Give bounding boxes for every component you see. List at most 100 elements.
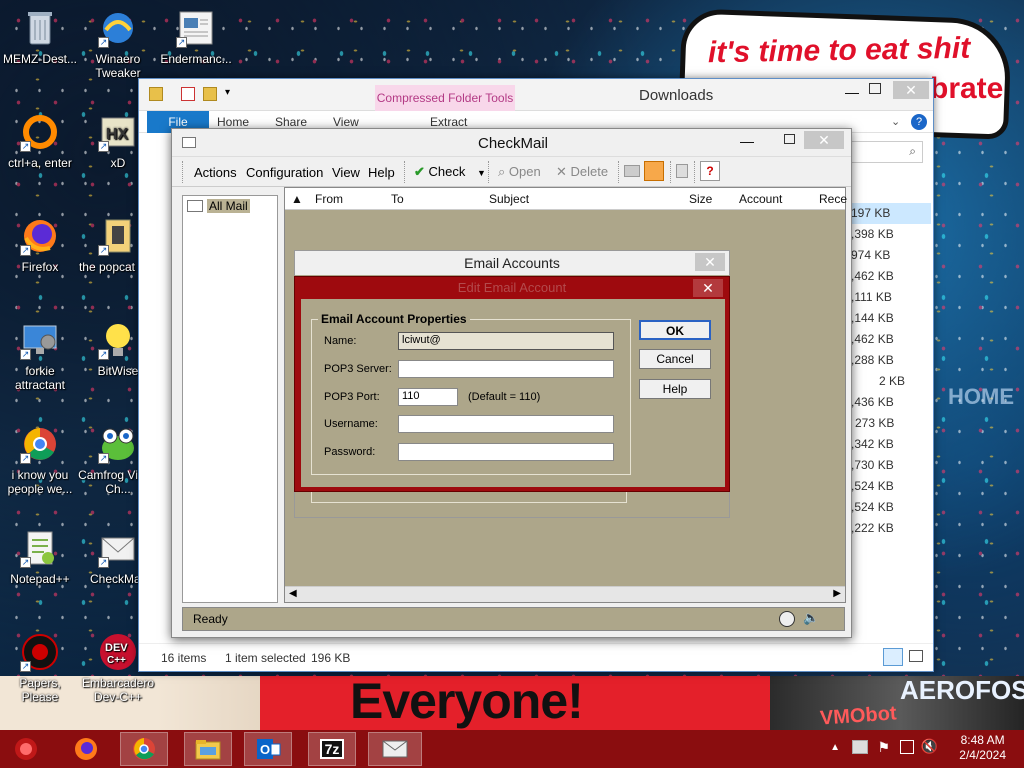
new-folder-icon[interactable]: [203, 87, 217, 101]
desktop-icon-chrome[interactable]: ↗ i know you people we...: [0, 424, 80, 496]
taskbar-outlook[interactable]: O: [244, 732, 292, 766]
close-icon[interactable]: ✕: [695, 253, 725, 271]
ok-button[interactable]: OK: [639, 320, 711, 340]
column-to[interactable]: To: [391, 192, 404, 206]
taskbar-7zip[interactable]: 7z: [308, 732, 356, 766]
status-text: Ready: [193, 612, 228, 626]
group-title: Email Account Properties: [318, 312, 470, 326]
help-icon[interactable]: ?: [911, 114, 927, 130]
explorer-close-icon[interactable]: ✕: [893, 81, 929, 99]
file-size: ,111 KB: [851, 290, 892, 304]
qat-dropdown-icon[interactable]: ▾: [225, 87, 230, 98]
password-field[interactable]: [398, 443, 614, 461]
clock-date: 2/4/2024: [959, 748, 1006, 762]
ribbon-expand-icon[interactable]: ⌄: [891, 115, 900, 128]
minimize-icon[interactable]: —: [845, 84, 859, 100]
shortcut-arrow-icon: ↗: [20, 661, 31, 672]
taskbar-chrome[interactable]: [120, 732, 168, 766]
folder-tree: All Mail: [182, 195, 278, 603]
volume-muted-icon[interactable]: 🔇: [921, 738, 938, 755]
password-label: Password:: [324, 446, 376, 458]
delete-label: Delete: [570, 164, 609, 179]
delete-icon: ✕: [556, 164, 567, 179]
desktop-icon-firefox[interactable]: ↗ Firefox: [0, 216, 80, 274]
large-icons-view-icon[interactable]: [909, 650, 923, 662]
cancel-button[interactable]: Cancel: [639, 349, 711, 369]
7zip-icon: 7z: [319, 739, 345, 759]
tab-home[interactable]: Home: [217, 115, 249, 129]
horizontal-scrollbar[interactable]: ◀ ▶: [285, 586, 845, 602]
scroll-right-icon[interactable]: ▶: [833, 588, 841, 599]
menu-actions[interactable]: Actions: [194, 165, 237, 180]
menu-view[interactable]: View: [332, 165, 360, 180]
mail-envelope-icon[interactable]: [644, 161, 664, 181]
magnifier-icon: ⌕: [498, 164, 506, 179]
action-center-icon[interactable]: [852, 740, 868, 754]
alarm-clock-icon[interactable]: [779, 611, 795, 627]
account-properties-group: Email Account Properties Name: lciwut@ P…: [311, 312, 631, 475]
settings-icon[interactable]: [676, 164, 688, 178]
file-size: ,436 KB: [851, 395, 894, 409]
tab-view[interactable]: View: [333, 115, 359, 129]
username-field[interactable]: [398, 415, 614, 433]
close-icon[interactable]: ✕: [693, 279, 723, 297]
open-button[interactable]: ⌕ Open: [498, 164, 541, 180]
status-item-count: 16 items: [161, 651, 207, 665]
column-account[interactable]: Account: [739, 192, 782, 206]
tab-compressed-folder-tools[interactable]: Compressed Folder Tools: [375, 85, 515, 111]
pop3-server-label: POP3 Server:: [324, 363, 392, 375]
tab-extract[interactable]: Extract: [430, 115, 467, 129]
taskbar-checkmail[interactable]: [368, 732, 422, 766]
desktop-icon-memz[interactable]: MEMZ-Dest...: [0, 8, 80, 66]
taskbar-file-explorer[interactable]: [184, 732, 232, 766]
help-button[interactable]: Help: [639, 379, 711, 399]
maximize-icon[interactable]: [784, 134, 795, 144]
column-from[interactable]: From: [315, 192, 343, 206]
tree-item-all-mail[interactable]: All Mail: [187, 199, 250, 213]
menu-help[interactable]: Help: [368, 165, 395, 180]
printer-icon[interactable]: [624, 165, 640, 177]
column-subject[interactable]: Subject: [489, 192, 529, 206]
desktop-icon-ctrl-a-enter[interactable]: ↗ ctrl+a, enter: [0, 112, 80, 170]
details-view-icon[interactable]: [883, 648, 903, 666]
name-field[interactable]: lciwut@: [398, 332, 614, 350]
scroll-left-icon[interactable]: ◀: [289, 588, 297, 599]
file-size: 974 KB: [851, 248, 891, 262]
desktop-icon-endermanch[interactable]: ↗ Endermanc...: [156, 8, 236, 66]
network-icon[interactable]: [900, 740, 914, 754]
search-box[interactable]: ⌕: [851, 141, 923, 163]
shortcut-arrow-icon: ↗: [98, 245, 109, 256]
file-size: ,524 KB: [851, 500, 894, 514]
minimize-icon[interactable]: —: [740, 133, 754, 149]
flag-icon[interactable]: ⚑: [877, 739, 890, 756]
column-received[interactable]: Rece: [819, 192, 847, 206]
delete-button[interactable]: ✕ Delete: [556, 164, 608, 180]
file-size: ,462 KB: [851, 269, 894, 283]
check-button[interactable]: ✔ Check ▼: [414, 164, 486, 180]
file-size: ,524 KB: [851, 479, 894, 493]
taskbar-firefox[interactable]: [62, 732, 110, 766]
desktop-icon-notepadpp[interactable]: ↗ Notepad++: [0, 528, 80, 586]
maximize-icon[interactable]: [869, 83, 881, 94]
sort-up-icon: ▲: [291, 192, 303, 206]
file-size: 273 KB: [855, 416, 895, 430]
column-size[interactable]: Size: [689, 192, 712, 206]
clock[interactable]: 8:48 AM 2/4/2024: [959, 733, 1006, 763]
home-sign: HOME: [948, 384, 1014, 409]
desktop-icon-forkie[interactable]: ↗ forkie attractant: [0, 320, 80, 392]
properties-icon[interactable]: [181, 87, 195, 101]
desktop-icon-label: Endermanc...: [160, 52, 232, 66]
menu-configuration[interactable]: Configuration: [246, 165, 323, 180]
pop3-server-field[interactable]: [398, 360, 614, 378]
tab-share[interactable]: Share: [275, 115, 307, 129]
toolbar-separator: [694, 161, 696, 183]
desktop-icon-papers-please[interactable]: ↗ Papers, Please: [0, 632, 80, 704]
show-hidden-icons-chevron[interactable]: ▲: [830, 742, 840, 753]
desktop-icon-winaero[interactable]: ↗ Winaero Tweaker: [78, 8, 158, 80]
file-size: ,462 KB: [851, 332, 894, 346]
help-icon[interactable]: ?: [700, 161, 720, 181]
speaker-icon[interactable]: 🔈: [803, 610, 819, 626]
start-button[interactable]: [2, 732, 50, 766]
pop3-port-field[interactable]: 110: [398, 388, 458, 406]
checkmail-close-icon[interactable]: ✕: [804, 131, 844, 149]
